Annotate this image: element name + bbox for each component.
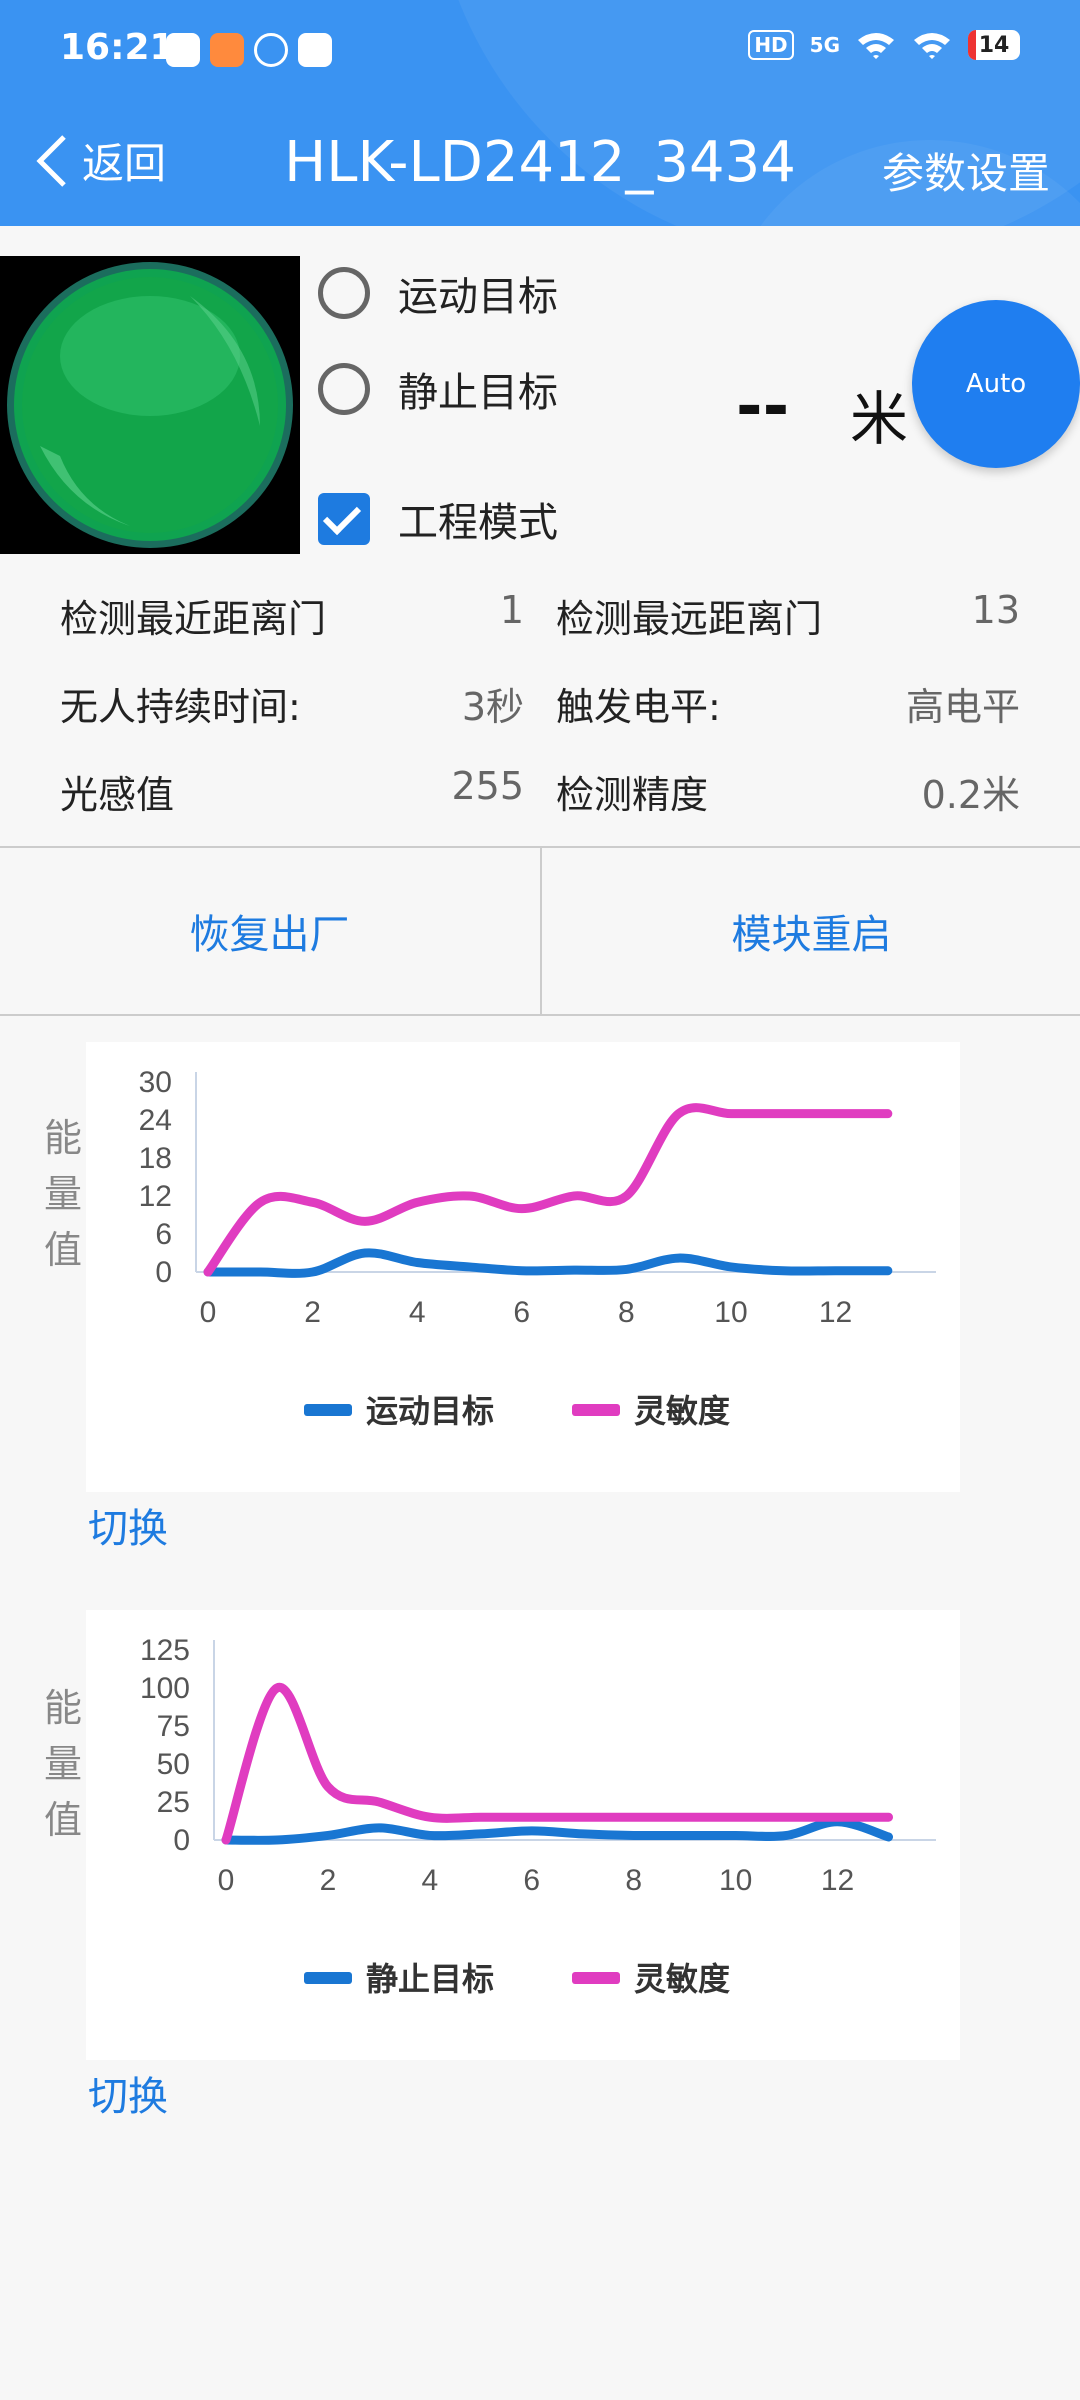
x-tick-label: 8	[625, 1864, 642, 1897]
y-tick-label: 6	[155, 1218, 172, 1251]
app-icon-3	[254, 33, 288, 67]
engineering-mode-label: 工程模式	[398, 500, 558, 546]
x-tick-label: 6	[523, 1864, 540, 1897]
x-tick-label: 2	[320, 1864, 337, 1897]
x-tick-label: 2	[304, 1296, 321, 1329]
engineering-mode-option[interactable]: 工程模式	[318, 490, 558, 548]
param-value: 高电平	[905, 685, 1020, 729]
legend-label: 灵敏度	[634, 1961, 730, 1997]
param-value: 255	[451, 764, 524, 808]
param-label: 触发电平:	[556, 685, 721, 729]
switch-button[interactable]: 切换	[88, 1496, 168, 1554]
x-tick-label: 0	[218, 1864, 235, 1897]
param-value: 3秒	[461, 685, 524, 729]
chart-ylabel: 能 量 值	[43, 1686, 82, 1842]
chart-ylabel: 能 量 值	[43, 1116, 82, 1272]
static-target-radio[interactable]	[318, 363, 370, 415]
moving-target-label: 运动目标	[398, 274, 558, 320]
legend-swatch	[304, 1404, 352, 1416]
param-value: 0.2米	[921, 773, 1020, 817]
moving-target-radio[interactable]	[318, 267, 370, 319]
y-tick-label: 30	[139, 1066, 172, 1099]
settings-button[interactable]: 参数设置	[882, 140, 1050, 201]
y-tick-label: 25	[157, 1786, 190, 1819]
status-bar: 16:21 HD 5G 14	[0, 0, 1080, 100]
static-target-option[interactable]: 静止目标	[318, 360, 558, 418]
hd-icon: HD	[748, 30, 794, 60]
legend-label: 静止目标	[366, 1961, 494, 1997]
legend-label: 灵敏度	[634, 1393, 730, 1429]
x-tick-label: 12	[821, 1864, 854, 1897]
y-tick-label: 0	[173, 1824, 190, 1857]
static-target-label: 静止目标	[398, 370, 558, 416]
radar-indicator	[0, 256, 300, 554]
factory-reset-button[interactable]: 恢复出厂	[0, 848, 539, 1014]
radar-ball-icon	[7, 262, 293, 548]
y-tick-label: 24	[139, 1104, 172, 1137]
series-line	[203, 1248, 893, 1278]
app-icon-1	[166, 33, 200, 67]
param-label: 光感值	[60, 773, 175, 817]
action-button-row: 恢复出厂 模块重启	[0, 846, 1080, 1016]
status-indicators: HD 5G 14	[748, 30, 1020, 60]
y-tick-label: 50	[157, 1748, 190, 1781]
param-value: 1	[499, 588, 524, 632]
param-value: 13	[971, 588, 1020, 632]
wifi-icon	[858, 33, 894, 59]
distance-value: --	[736, 370, 790, 444]
y-tick-label: 18	[139, 1142, 172, 1175]
x-tick-label: 6	[513, 1296, 530, 1329]
chart-svg: 06121824300 2 4 6 8 10 12运动目标 灵敏度	[139, 1066, 936, 1429]
x-tick-label: 4	[409, 1296, 426, 1329]
x-tick-label: 0	[200, 1296, 217, 1329]
x-tick-label: 10	[714, 1296, 747, 1329]
param-label: 检测最近距离门	[60, 597, 327, 641]
legend-swatch	[572, 1404, 620, 1416]
status-time: 16:21	[60, 27, 175, 68]
y-tick-label: 125	[140, 1634, 190, 1667]
legend-swatch	[304, 1972, 352, 1984]
legend-label: 运动目标	[366, 1393, 494, 1429]
app-header: 16:21 HD 5G 14 返回 HLK-LD2412_3434 参数设置	[0, 0, 1080, 226]
app-icon-2	[210, 33, 244, 67]
vivo-icon	[298, 33, 332, 67]
param-label: 检测精度	[556, 773, 709, 817]
x-tick-label: 12	[819, 1296, 852, 1329]
moving-target-option[interactable]: 运动目标	[318, 264, 558, 322]
param-label: 无人持续时间:	[60, 685, 301, 729]
legend-swatch	[572, 1972, 620, 1984]
signal-icon: 5G	[809, 33, 840, 57]
engineering-mode-checkbox[interactable]	[318, 493, 370, 545]
series-line	[221, 1817, 894, 1845]
y-tick-label: 75	[157, 1710, 190, 1743]
x-tick-label: 10	[719, 1864, 752, 1897]
x-tick-label: 4	[422, 1864, 439, 1897]
battery-icon: 14	[968, 30, 1020, 60]
y-tick-label: 0	[155, 1256, 172, 1289]
y-tick-label: 12	[139, 1180, 172, 1213]
series-line	[221, 1683, 894, 1845]
moving-energy-chart: 0 6 12 18 24 30 0 2 4 6 8 10 12 运动目标 灵敏度	[86, 1042, 960, 1492]
x-tick-label: 8	[618, 1296, 635, 1329]
param-label: 检测最远距离门	[556, 597, 823, 641]
chart-svg: 0 25 50 75 100 125 0 2 4 6 8 10 12 静止目标 灵敏度	[140, 1634, 936, 1997]
series-line	[203, 1103, 893, 1277]
auto-button[interactable]: Auto	[912, 300, 1080, 468]
wifi-icon	[914, 33, 950, 59]
nav-bar: 返回 HLK-LD2412_3434 参数设置	[0, 120, 1080, 220]
notification-icons	[166, 33, 332, 67]
restart-button[interactable]: 模块重启	[540, 848, 1080, 1014]
distance-unit: 米	[850, 385, 909, 453]
switch-button[interactable]: 切换	[88, 2064, 168, 2122]
y-tick-label: 100	[140, 1672, 190, 1705]
static-energy-chart: 0 25 50 75 100 125 0 2 4 6 8 10 12 静止目标 灵敏度	[86, 1610, 960, 2060]
